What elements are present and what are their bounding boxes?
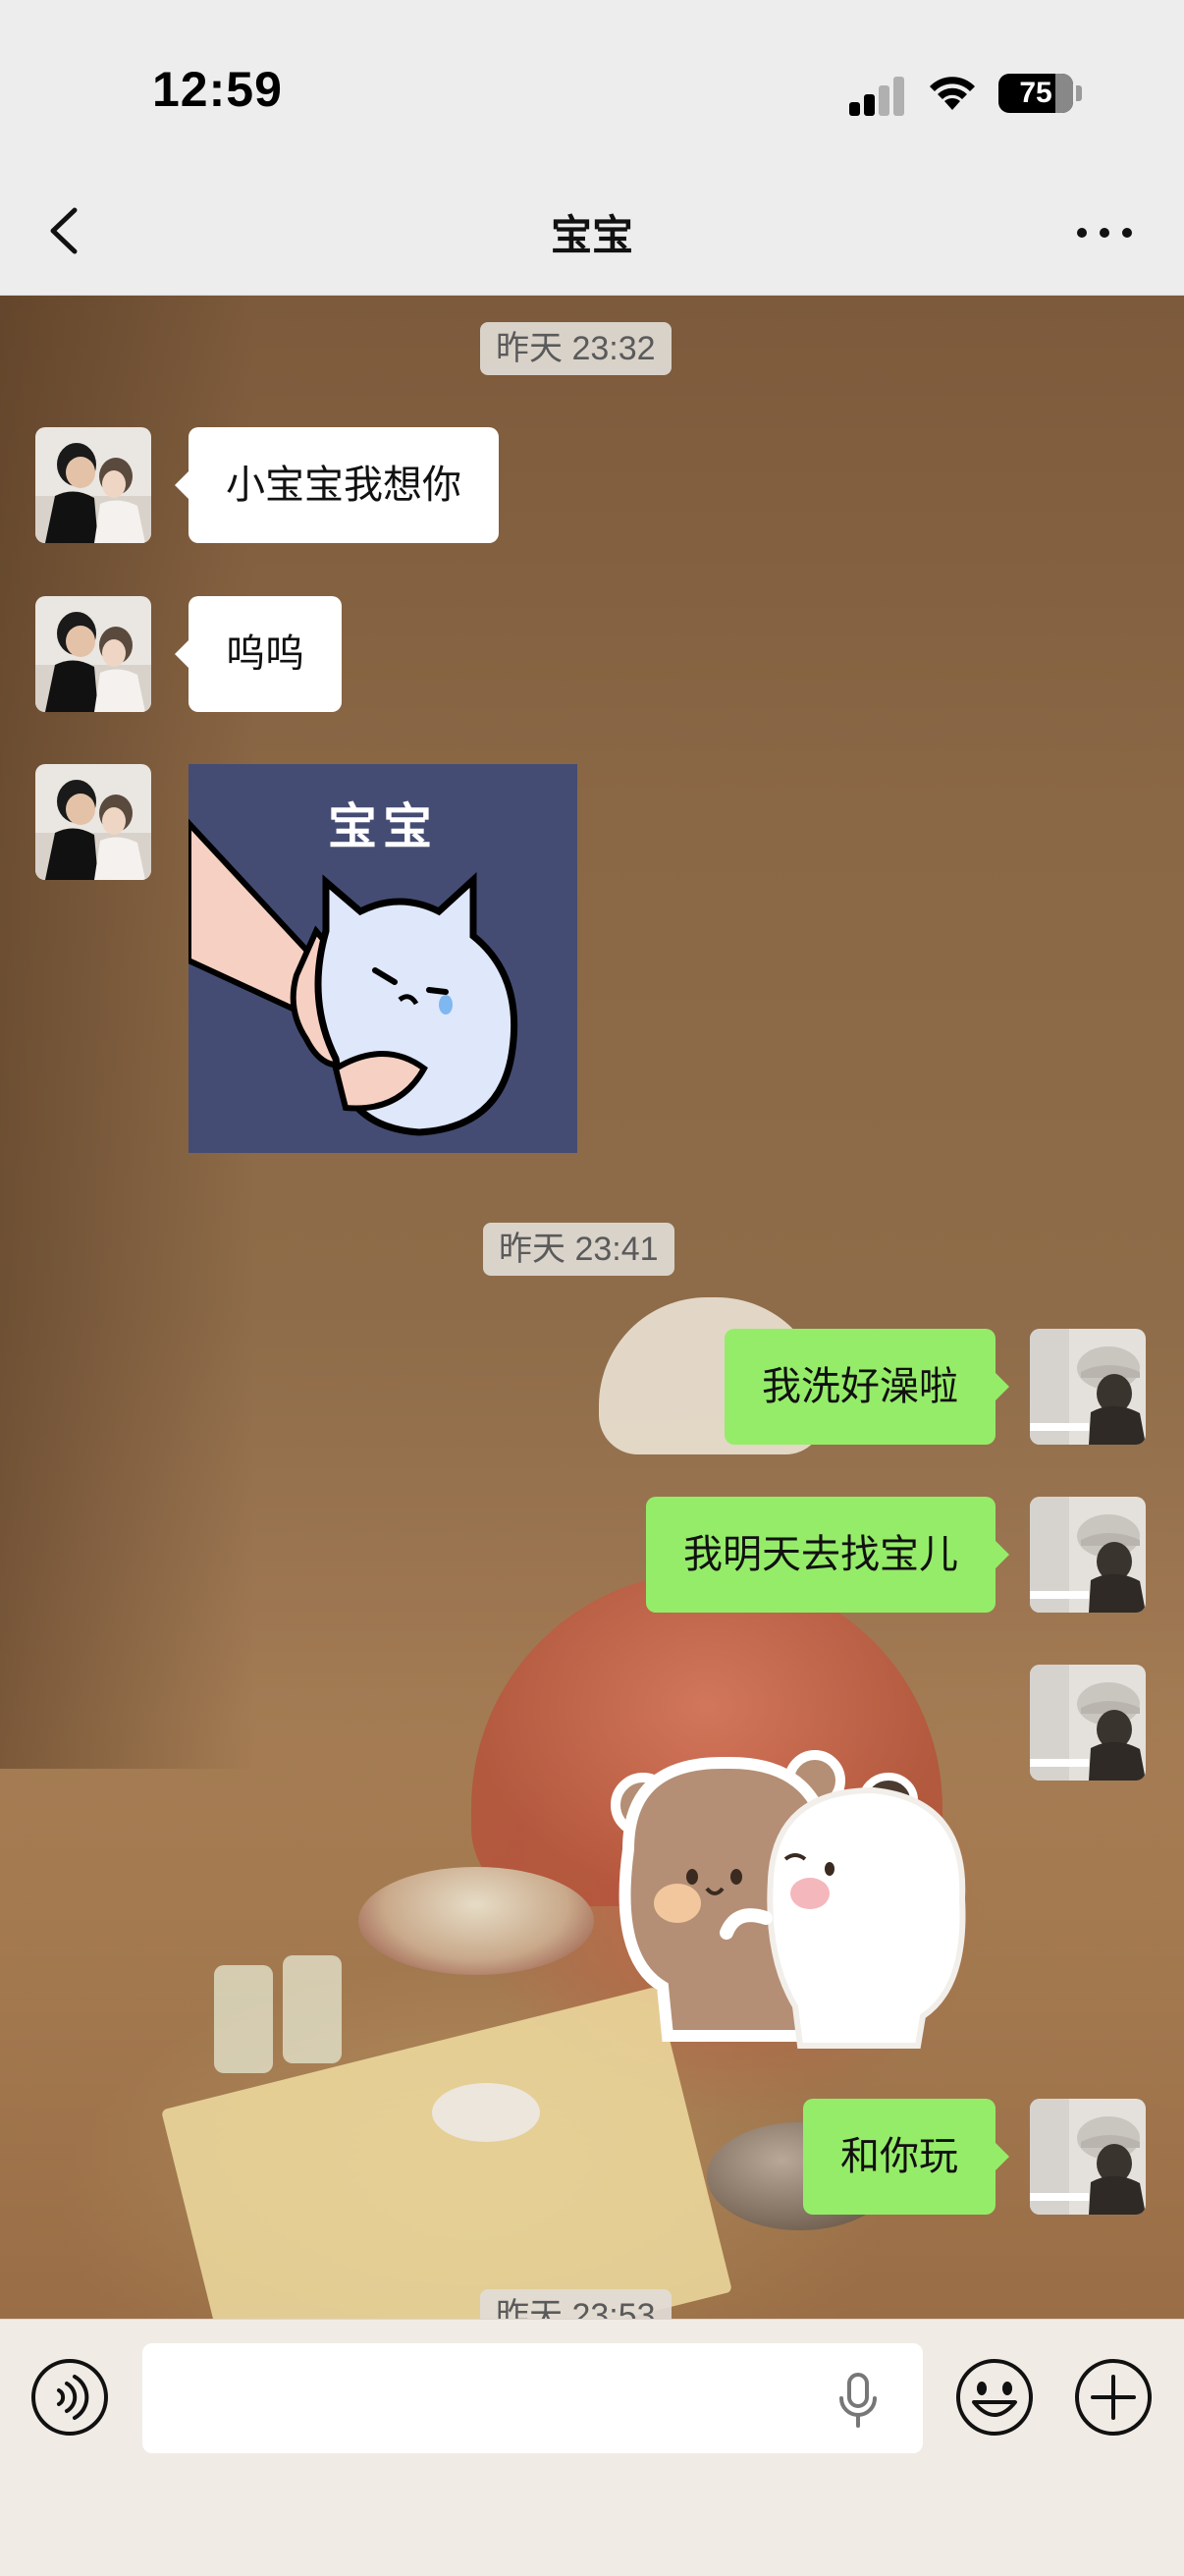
chat-message-list[interactable]: 昨天 23:32 小宝宝我想你 呜呜 宝宝 昨天 23:41 我洗好澡啦 我明天… [0,296,1184,2319]
chat-header: 宝宝 [0,167,1184,296]
message-input[interactable] [142,2343,923,2453]
more-dots-icon[interactable] [1070,208,1139,257]
message-bubble-incoming[interactable]: 小宝宝我想你 [175,427,499,543]
message-input-bar [0,2319,1184,2576]
my-avatar[interactable] [1030,1329,1146,1445]
message-bubble-incoming[interactable]: 呜呜 [175,596,342,712]
cellular-signal-icon [849,77,906,116]
timestamp: 昨天 23:32 [480,322,672,375]
my-avatar[interactable] [1030,1497,1146,1613]
emoji-icon[interactable] [954,2357,1035,2438]
contact-avatar[interactable] [35,427,151,543]
status-time: 12:59 [152,62,283,117]
sticker-cat-hand[interactable]: 宝宝 [188,764,577,1153]
sticker-bear-panda[interactable] [609,1722,992,2055]
status-bar: 12:59 75 [0,0,1184,167]
microphone-icon[interactable] [836,2371,880,2430]
timestamp: 昨天 23:53 [480,2289,672,2319]
message-bubble-outgoing[interactable]: 和你玩 [803,2099,1009,2215]
wallpaper-pot [358,1867,594,1975]
plus-circle-icon[interactable] [1073,2357,1154,2438]
voice-mode-icon[interactable] [29,2357,110,2438]
wallpaper-jar [214,1965,273,2073]
wallpaper-jar [283,1955,342,2063]
wallpaper-candle [432,2083,540,2142]
contact-avatar[interactable] [35,764,151,880]
battery-icon: 75 [998,74,1073,113]
contact-avatar[interactable] [35,596,151,712]
message-bubble-outgoing[interactable]: 我明天去找宝儿 [646,1497,1009,1613]
message-bubble-outgoing[interactable]: 我洗好澡啦 [725,1329,1009,1445]
my-avatar[interactable] [1030,2099,1146,2215]
timestamp: 昨天 23:41 [483,1223,674,1276]
chat-title: 宝宝 [550,211,633,259]
my-avatar[interactable] [1030,1665,1146,1781]
battery-level: 75 [1019,77,1052,109]
wifi-icon [930,77,975,110]
